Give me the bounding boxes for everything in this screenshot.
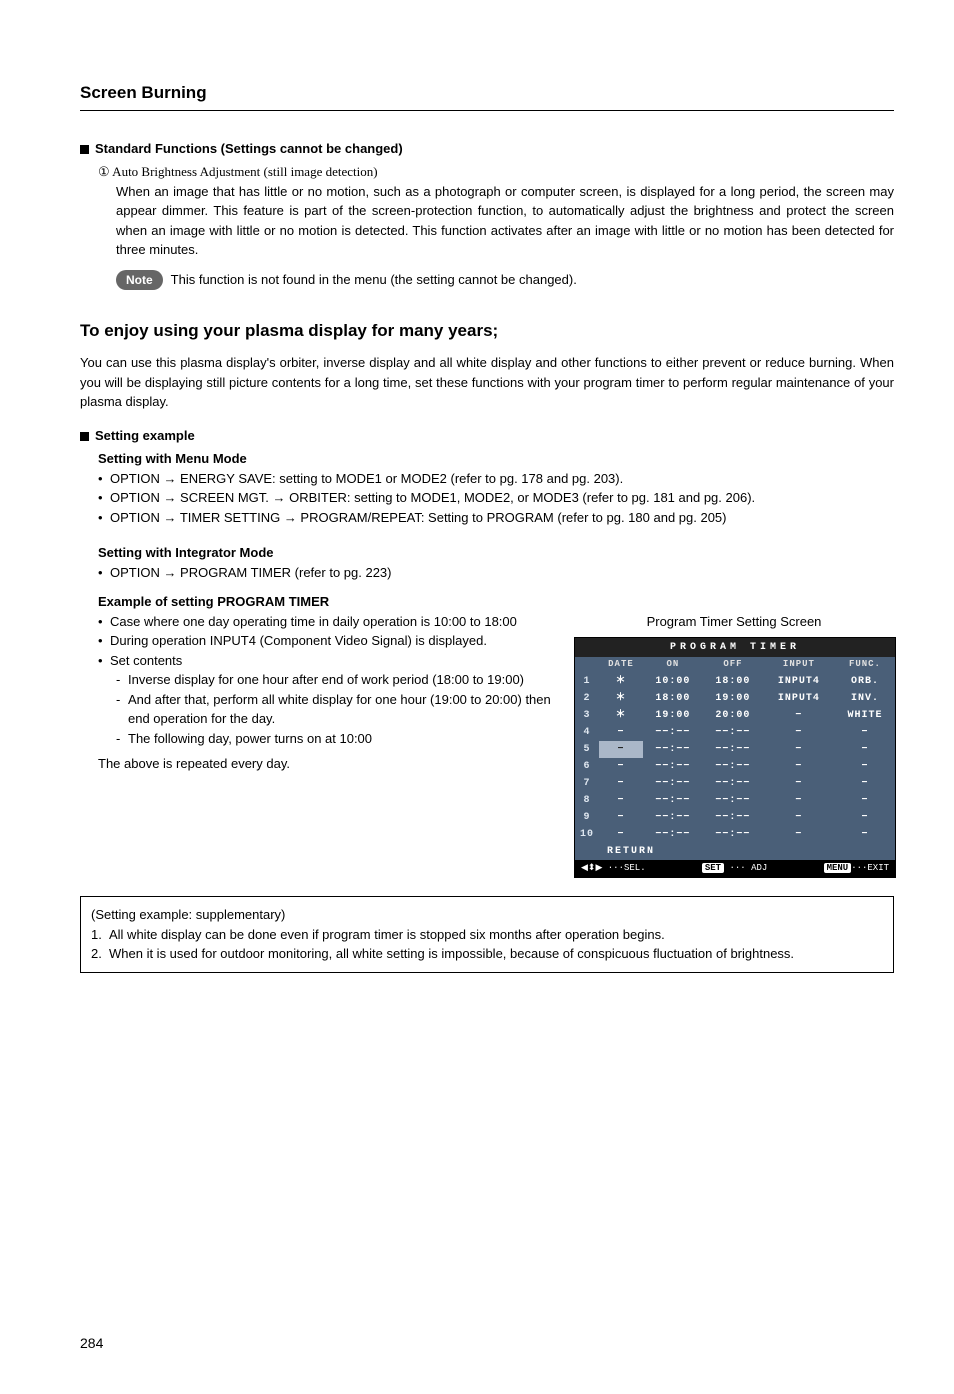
pt-dash-2: -And after that, perform all white displ… — [116, 690, 554, 729]
timer-return-row: RETURN — [575, 843, 895, 860]
note-row: Note This function is not found in the me… — [116, 270, 894, 290]
square-bullet-icon — [80, 145, 89, 154]
std-functions-text: Standard Functions (Settings cannot be c… — [95, 141, 403, 156]
timer-row: 8−−−:−−−−:−−−− — [575, 792, 895, 809]
supp-heading: (Setting example: supplementary) — [91, 905, 883, 925]
pt-dash-3: -The following day, power turns on at 10… — [116, 729, 554, 749]
timer-row: 5−−−:−−−−:−−−− — [575, 741, 895, 758]
square-bullet-icon — [80, 432, 89, 441]
setting-example-heading: Setting example — [80, 426, 894, 446]
integrator-heading: Setting with Integrator Mode — [98, 543, 894, 563]
timer-row: 10−−−:−−−−:−−−− — [575, 826, 895, 843]
setting-example-text: Setting example — [95, 428, 195, 443]
enjoy-body: You can use this plasma display's orbite… — [80, 353, 894, 412]
menu-mode-heading: Setting with Menu Mode — [98, 449, 894, 469]
timer-table: DATE ON OFF INPUT FUNC. 1＊10:0018:00INPU… — [575, 657, 895, 860]
example-pt-heading: Example of setting PROGRAM TIMER — [98, 592, 894, 612]
integrator-line-1: •OPTION → PROGRAM TIMER (refer to pg. 22… — [98, 563, 894, 583]
timer-caption: Program Timer Setting Screen — [574, 612, 894, 632]
enjoy-heading: To enjoy using your plasma display for m… — [80, 318, 894, 344]
std-functions-heading: Standard Functions (Settings cannot be c… — [80, 139, 894, 159]
timer-row: 2＊18:0019:00INPUT4INV. — [575, 690, 895, 707]
supplementary-box: (Setting example: supplementary) 1.All w… — [80, 896, 894, 973]
timer-row: 7−−−:−−−−:−−−− — [575, 775, 895, 792]
page-title: Screen Burning — [80, 80, 894, 111]
supp-1: 1.All white display can be done even if … — [91, 925, 883, 945]
timer-row: 6−−−:−−−−:−−−− — [575, 758, 895, 775]
pt-repeat: The above is repeated every day. — [98, 754, 554, 774]
footer-exit: MENU···EXIT — [824, 862, 889, 876]
auto-brightness-body: When an image that has little or no moti… — [116, 182, 894, 260]
pt-bullet-2: •During operation INPUT4 (Component Vide… — [98, 631, 554, 651]
supp-2: 2.When it is used for outdoor monitoring… — [91, 944, 883, 964]
menu-line-1: •OPTION → ENERGY SAVE: setting to MODE1 … — [98, 469, 894, 489]
timer-figure: Program Timer Setting Screen PROGRAM TIM… — [574, 612, 894, 879]
page-number: 284 — [80, 1333, 894, 1354]
pt-bullet-1: •Case where one day operating time in da… — [98, 612, 554, 632]
timer-header-row: DATE ON OFF INPUT FUNC. — [575, 657, 895, 673]
timer-footer: ◀⬍▶ ···SEL. SET ··· ADJ MENU···EXIT — [575, 860, 895, 878]
menu-line-2: •OPTION → SCREEN MGT. → ORBITER: setting… — [98, 488, 894, 508]
footer-sel: ◀⬍▶ ···SEL. — [581, 862, 646, 876]
timer-row: 3＊19:0020:00−WHITE — [575, 707, 895, 724]
auto-brightness-label: ① Auto Brightness Adjustment (still imag… — [98, 162, 894, 182]
timer-row: 9−−−:−−−−:−−−− — [575, 809, 895, 826]
timer-title: PROGRAM TIMER — [575, 638, 895, 657]
footer-adj: SET ··· ADJ — [702, 862, 767, 876]
program-timer-screen: PROGRAM TIMER DATE ON OFF INPUT FUNC. 1＊… — [574, 637, 896, 878]
timer-row: 4−−−:−−−−:−−−− — [575, 724, 895, 741]
timer-row: 1＊10:0018:00INPUT4ORB. — [575, 673, 895, 690]
pt-dash-1: -Inverse display for one hour after end … — [116, 670, 554, 690]
note-pill: Note — [116, 270, 163, 290]
menu-line-3: •OPTION → TIMER SETTING → PROGRAM/REPEAT… — [98, 508, 894, 528]
note-text: This function is not found in the menu (… — [171, 272, 577, 287]
pt-bullet-3: •Set contents — [98, 651, 554, 671]
